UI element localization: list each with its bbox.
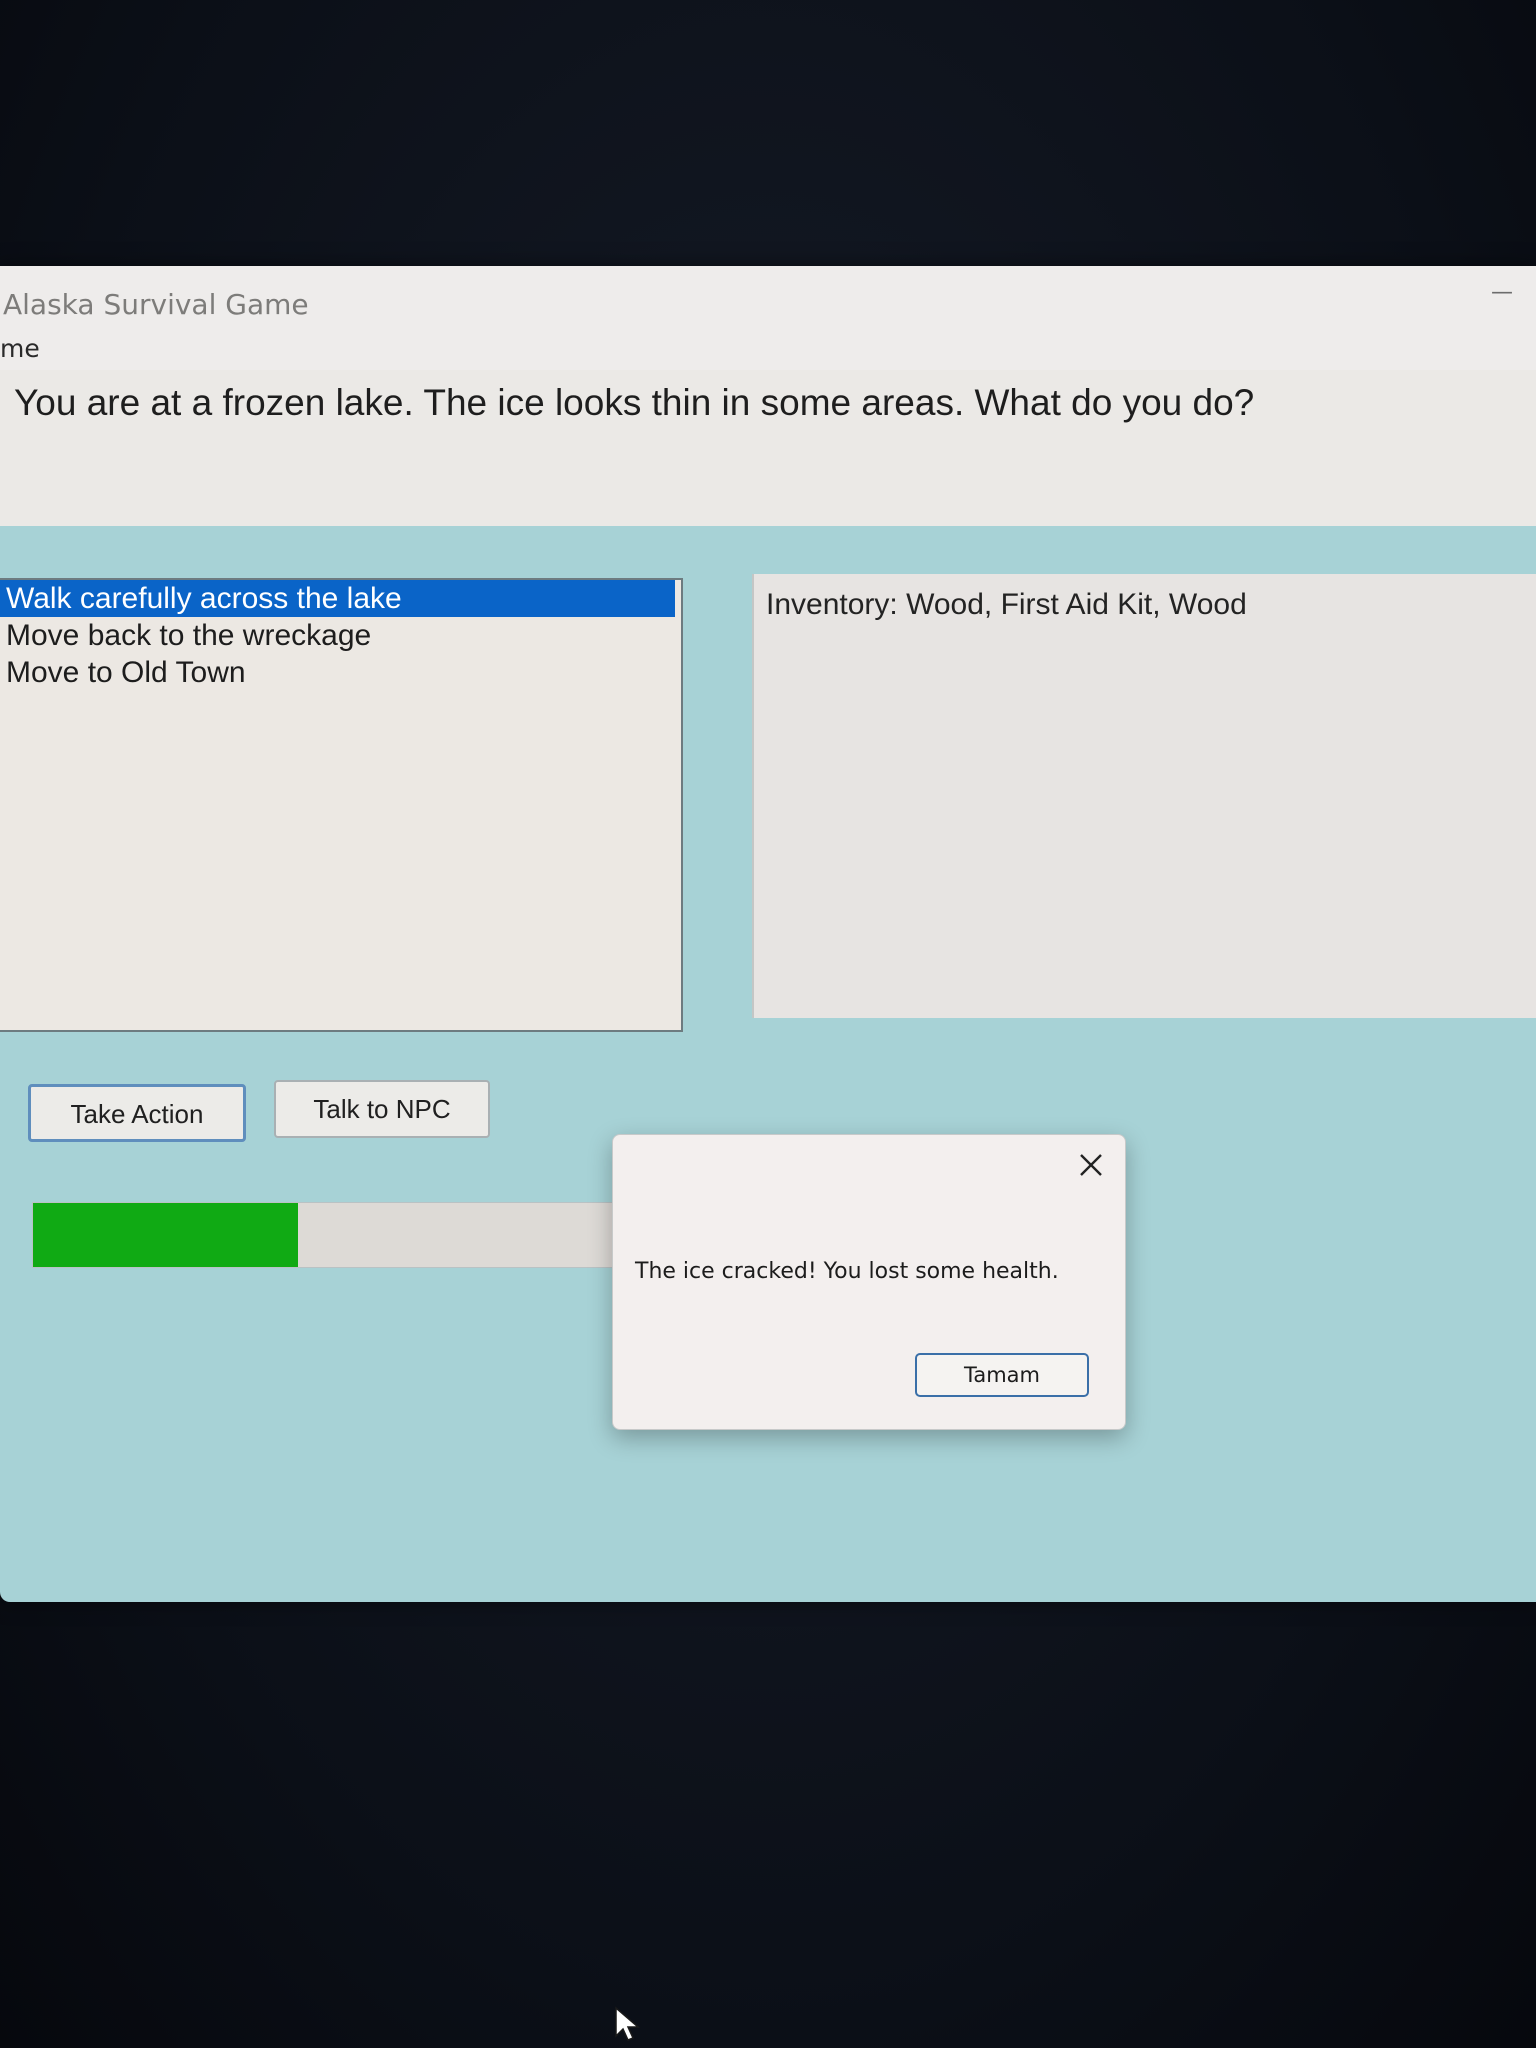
- inventory-panel: Inventory: Wood, First Aid Kit, Wood: [752, 574, 1536, 1018]
- close-icon: [1080, 1154, 1102, 1176]
- mouse-cursor-icon: [615, 2006, 641, 2041]
- dialog-message: The ice cracked! You lost some health.: [635, 1259, 1059, 1284]
- talk-to-npc-button[interactable]: Talk to NPC: [274, 1080, 490, 1138]
- list-item-move-to-wreckage[interactable]: Move back to the wreckage: [0, 617, 681, 654]
- health-progress-bar: [32, 1202, 696, 1268]
- list-item-move-to-old-town[interactable]: Move to Old Town: [0, 654, 681, 691]
- app-window: Alaska Survival Game — me You are at a f…: [0, 266, 1536, 1602]
- menu-bar: me: [0, 326, 1536, 370]
- story-text: You are at a frozen lake. The ice looks …: [14, 382, 1255, 423]
- health-bar-fill: [33, 1203, 298, 1267]
- monitor-screen: Alaska Survival Game — me You are at a f…: [0, 0, 1536, 2048]
- menu-item-game[interactable]: me: [0, 334, 40, 363]
- inventory-text: Inventory: Wood, First Aid Kit, Wood: [766, 588, 1247, 621]
- story-panel: You are at a frozen lake. The ice looks …: [0, 370, 1536, 526]
- message-dialog: The ice cracked! You lost some health. T…: [612, 1134, 1126, 1430]
- dialog-ok-button[interactable]: Tamam: [915, 1353, 1089, 1397]
- title-bar[interactable]: Alaska Survival Game —: [0, 266, 1536, 326]
- window-title: Alaska Survival Game: [3, 288, 309, 321]
- actions-listbox[interactable]: Walk carefully across the lake Move back…: [0, 578, 683, 1032]
- dialog-close-button[interactable]: [1073, 1147, 1109, 1183]
- minimize-button[interactable]: —: [1482, 278, 1522, 314]
- minimize-icon: —: [1491, 280, 1513, 305]
- list-item-walk-across-lake[interactable]: Walk carefully across the lake: [0, 580, 675, 617]
- take-action-button[interactable]: Take Action: [28, 1084, 246, 1142]
